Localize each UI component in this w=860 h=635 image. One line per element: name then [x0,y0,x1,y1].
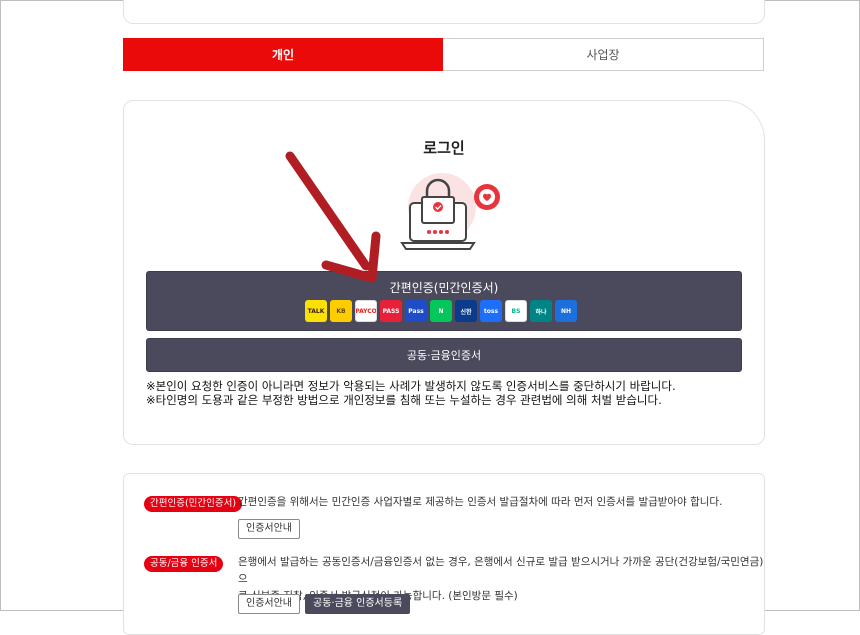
cert-guide-button-2[interactable]: 인증서안내 [238,594,300,614]
badge-joint-auth: 공동/금융 인증서 [144,556,224,572]
shinhan-icon: 신한 [455,300,477,322]
hana-icon: 하나 [530,300,552,322]
kb-star-icon: KB [330,300,352,322]
toss-icon: toss [480,300,502,322]
user-type-tabs: 개인 사업장 [123,38,764,71]
bank-sign-icon: BS [505,300,527,322]
login-panel: 로그인 간편인증(민간인증서) TALK KB PAYCO PASS Pass N 신한 to… [123,100,765,445]
badge-simple-auth: 간편인증(민간인증서) [144,496,243,512]
notice-text: ※본인이 요청한 인증이 아니라면 정보가 악용되는 사례가 발생하지 않도록 … [146,379,746,407]
naver-icon: N [430,300,452,322]
previous-section-card [123,0,765,24]
login-title: 로그인 [423,139,465,157]
pass-icon: PASS [380,300,402,322]
samsung-pass-icon: Pass [405,300,427,322]
nh-icon: NH [555,300,577,322]
notice-line: ※본인이 요청한 인증이 아니라면 정보가 악용되는 사례가 발생하지 않도록 … [146,379,676,393]
tab-business[interactable]: 사업장 [443,38,764,71]
cert-guide-button[interactable]: 인증서안내 [238,519,300,539]
tab-personal[interactable]: 개인 [123,38,443,71]
provider-icons: TALK KB PAYCO PASS Pass N 신한 toss BS 하나 NH [305,300,577,322]
guide-line: 간편인증을 위해서는 민간인증 사업자별로 제공하는 인증서 발급절차에 따라 … [238,496,723,508]
guide-text-simple: 간편인증을 위해서는 민간인증 사업자별로 제공하는 인증서 발급절차에 따라 … [238,494,722,511]
simple-auth-label: 간편인증(민간인증서) [389,281,499,295]
joint-auth-button[interactable]: 공동·금융인증서 [146,338,742,372]
simple-auth-button[interactable]: 간편인증(민간인증서) TALK KB PAYCO PASS Pass N 신한 toss BS… [146,271,742,331]
payco-icon: PAYCO [355,300,377,322]
guide-line: 은행에서 발급하는 공동인증서/금융인증서 없는 경우, 은행에서 신규로 발급… [238,556,764,585]
kakao-talk-icon: TALK [305,300,327,322]
laptop-lock-icon [400,173,500,250]
notice-line: ※타인명의 도용과 같은 부정한 방법으로 개인정보를 침해 또는 누설하는 경… [146,393,662,407]
joint-cert-register-button[interactable]: 공동·금융 인증서등록 [305,594,411,614]
